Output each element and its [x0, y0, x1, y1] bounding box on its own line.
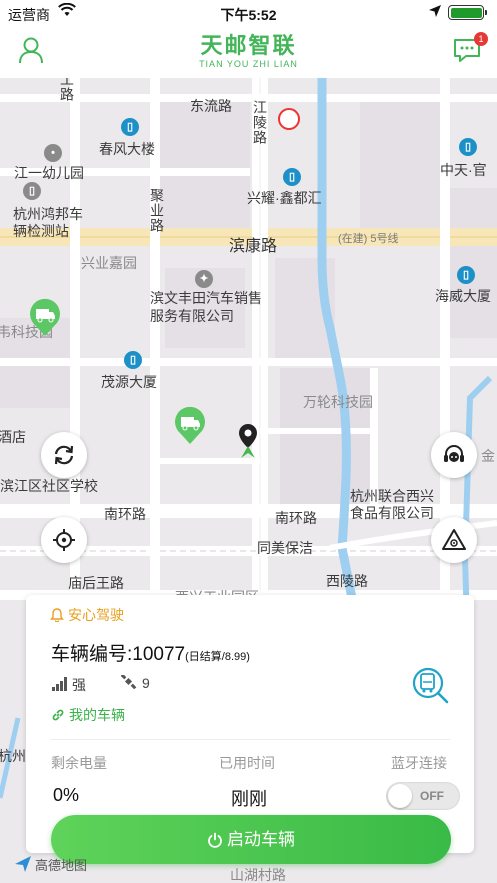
map-label: 杭州鸿邦车辆检测站 [13, 206, 83, 239]
map-label: 南环路 [104, 506, 146, 522]
warning-triangle-icon [442, 529, 466, 550]
map-label: 滨文丰田汽车销售服务有限公司 [150, 290, 262, 324]
tool-poi-icon: ✦ [195, 270, 213, 288]
refresh-icon [54, 445, 74, 465]
map-label: 西陵路 [326, 573, 368, 589]
crosshair-icon [53, 529, 75, 551]
headset-icon [444, 445, 464, 462]
map-label: 江一幼儿园 [14, 165, 84, 181]
toggle-knob [388, 784, 412, 808]
building-poi-icon: ▯ [459, 138, 477, 156]
status-bar: 运营商 下午5:52 [0, 0, 497, 26]
map-label: 聚业路 [149, 188, 165, 233]
service-poi-icon: ▯ [23, 182, 41, 200]
hazard-report-button[interactable] [431, 517, 477, 563]
locate-button[interactable] [41, 517, 87, 563]
bluetooth-toggle[interactable]: OFF [386, 782, 460, 810]
vehicle-marker-icon[interactable] [27, 298, 63, 338]
current-location-pin-icon [239, 424, 257, 458]
used-time-value: 刚刚 [231, 789, 267, 809]
bluetooth-state: OFF [420, 789, 444, 803]
building-poi-icon: ▯ [124, 351, 142, 369]
safe-driving-tag[interactable]: 安心驾驶 [50, 605, 124, 625]
divider [50, 739, 450, 740]
location-arrow-icon [429, 5, 441, 17]
used-time-label: 已用时间 [219, 755, 275, 771]
map-label: 春风大楼 [99, 141, 155, 157]
map-label: 东流路 [190, 98, 232, 114]
map-label: 海威大厦 [435, 288, 491, 304]
map-label: 工路 [59, 78, 75, 102]
map-label: 滨康路 [229, 238, 278, 255]
satellite-count: 9 [120, 673, 150, 691]
building-poi-icon: ▯ [283, 168, 301, 186]
map-label: 中天·官 [440, 162, 487, 178]
amap-logo-icon [15, 856, 31, 872]
vehicle-number: 车辆编号:10077(日结算/8.99) [51, 639, 250, 666]
map-label: 茂源大厦 [101, 374, 157, 390]
battery-value: 0% [53, 785, 80, 805]
message-badge: 1 [474, 32, 488, 46]
map-label: 同美保洁 [257, 540, 313, 556]
battery-icon [448, 5, 484, 20]
satellite-text: 9 [142, 675, 150, 691]
map-label: 酒店 [0, 429, 26, 445]
my-vehicle-label: 我的车辆 [69, 707, 125, 723]
map-label: 万轮科技园 [303, 394, 373, 410]
map-label: 滨江区社区学校 [0, 478, 98, 494]
map-label: 山湖村路 [230, 867, 286, 883]
amap-logo: 高德地图 [14, 855, 87, 874]
bell-icon [50, 608, 64, 623]
start-vehicle-button[interactable]: 启动车辆 [51, 815, 451, 864]
gas-station-icon [278, 108, 300, 130]
app-logo: 天邮智联 TIAN YOU ZHI LIAN [0, 26, 497, 69]
bluetooth-label: 蓝牙连接 [391, 755, 447, 771]
building-poi-icon: ▯ [457, 266, 475, 284]
map-label: 金 [481, 448, 495, 464]
start-vehicle-label: 启动车辆 [227, 830, 295, 849]
link-icon [52, 709, 64, 721]
vehicle-marker-icon[interactable] [172, 406, 208, 446]
map-label: 南环路 [275, 510, 317, 526]
school-poi-icon: • [44, 144, 62, 162]
pricing-text: (日结算/8.99) [185, 651, 250, 663]
battery-label: 剩余电量 [51, 755, 107, 771]
battery-cap [485, 10, 487, 15]
refresh-button[interactable] [41, 432, 87, 478]
map-label: (在建) 5号线 [338, 233, 399, 245]
my-vehicle-link[interactable]: 我的车辆 [51, 705, 125, 725]
vehicle-search-icon[interactable] [410, 665, 450, 705]
power-icon [208, 832, 222, 848]
signal-bars-icon [52, 677, 67, 691]
map-label: 江陵路 [252, 100, 268, 145]
app-header: 天邮智联 TIAN YOU ZHI LIAN 1 [0, 26, 497, 78]
map-label: 杭州联合西兴食品有限公司 [350, 488, 434, 521]
building-poi-icon: ▯ [121, 118, 139, 136]
logo-english: TIAN YOU ZHI LIAN [199, 59, 298, 69]
signal-strength: 强 [52, 675, 86, 695]
vehicle-number-text: 车辆编号:10077 [51, 644, 186, 665]
signal-text: 强 [72, 677, 86, 693]
logo-chinese: 天邮智联 [200, 33, 297, 58]
customer-service-button[interactable] [431, 432, 477, 478]
satellite-icon [120, 673, 137, 690]
amap-logo-text: 高德地图 [35, 858, 88, 873]
map-label: 兴业嘉园 [81, 255, 137, 271]
map-label: 杭州 [0, 748, 26, 764]
safe-driving-label: 安心驾驶 [68, 607, 124, 623]
status-time: 下午5:52 [220, 7, 277, 23]
map-label: 庙后王路 [68, 575, 124, 591]
map-label: 兴耀·鑫都汇 [247, 190, 322, 206]
